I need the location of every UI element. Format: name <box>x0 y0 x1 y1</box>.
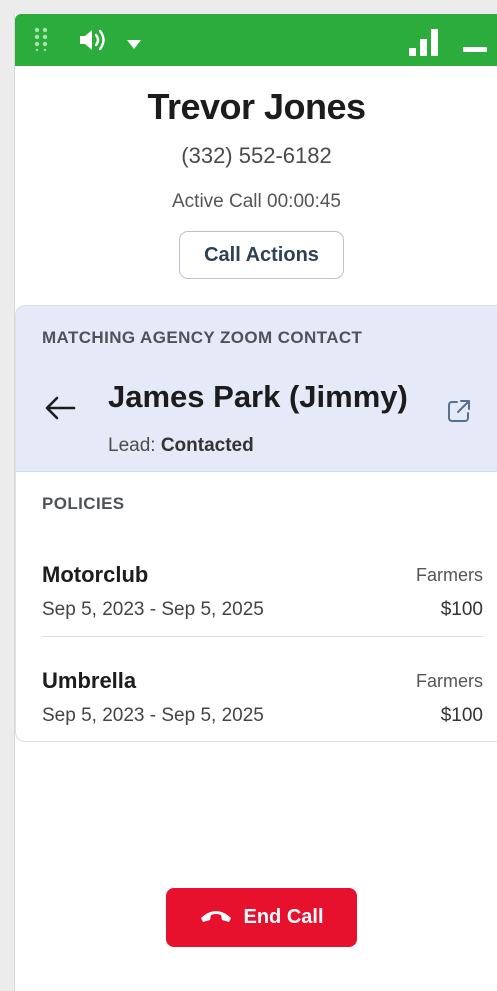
matching-contact-heading: MATCHING AGENCY ZOOM CONTACT <box>42 328 363 347</box>
back-arrow-icon[interactable] <box>44 396 76 425</box>
matching-contact-section: MATCHING AGENCY ZOOM CONTACT James Park … <box>16 306 497 472</box>
policy-row[interactable]: Motorclub Sep 5, 2023 - Sep 5, 2025 Farm… <box>42 562 483 642</box>
minimize-icon[interactable] <box>463 47 487 52</box>
title-bar <box>15 14 497 66</box>
policy-dates: Sep 5, 2023 - Sep 5, 2025 <box>42 599 264 620</box>
grip-dots-icon[interactable] <box>34 27 48 56</box>
softphone-window: Trevor Jones (332) 552-6182 Active Call … <box>14 14 497 991</box>
policy-carrier: Farmers <box>416 671 483 691</box>
policy-row[interactable]: Umbrella Sep 5, 2023 - Sep 5, 2025 Farme… <box>42 668 483 741</box>
call-actions-button[interactable]: Call Actions <box>179 231 344 279</box>
contact-name[interactable]: James Park (Jimmy) <box>108 379 438 415</box>
end-call-button[interactable]: End Call <box>166 888 357 947</box>
external-link-icon[interactable] <box>446 398 472 429</box>
contact-card: MATCHING AGENCY ZOOM CONTACT James Park … <box>15 305 497 742</box>
lead-label: Lead: <box>108 435 156 456</box>
policy-dates: Sep 5, 2023 - Sep 5, 2025 <box>42 705 264 726</box>
lead-status: Lead: Contacted <box>108 435 254 457</box>
speaker-icon[interactable] <box>78 28 110 57</box>
phone-hangup-icon <box>199 906 233 929</box>
caller-name: Trevor Jones <box>147 86 366 127</box>
policy-name: Umbrella <box>42 668 137 693</box>
lead-status-value: Contacted <box>160 435 254 456</box>
policy-name: Motorclub <box>42 562 149 587</box>
signal-bars-icon <box>408 28 442 61</box>
policy-amount: $100 <box>440 705 483 726</box>
policies-heading: POLICIES <box>42 494 125 513</box>
policy-amount: $100 <box>440 599 483 620</box>
call-status: Active Call 00:00:45 <box>172 191 341 212</box>
chevron-down-icon[interactable] <box>127 36 141 54</box>
end-call-label: End Call <box>243 906 324 928</box>
policy-carrier: Farmers <box>416 565 483 585</box>
caller-phone: (332) 552-6182 <box>181 143 332 168</box>
policy-divider <box>42 636 483 637</box>
